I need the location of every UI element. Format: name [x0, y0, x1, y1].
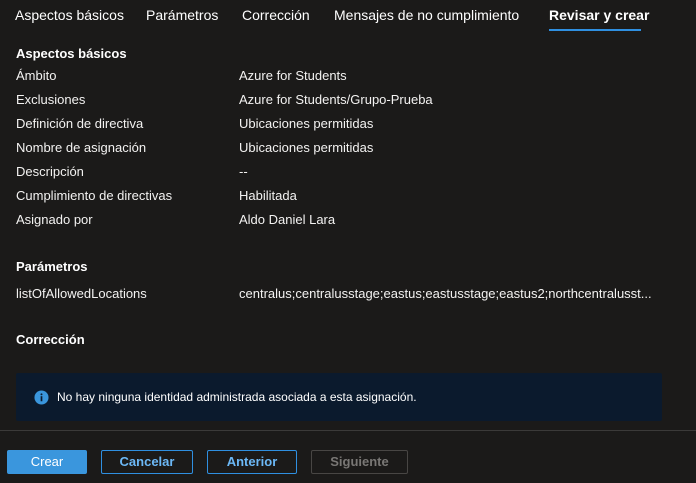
exclusions-label: Exclusiones	[16, 92, 86, 107]
next-button[interactable]: Siguiente	[311, 450, 408, 474]
basics-heading: Aspectos básicos	[16, 46, 127, 61]
review-create-page: Aspectos básicos Parámetros Corrección M…	[0, 0, 696, 483]
remediation-heading: Corrección	[16, 332, 85, 347]
policy-enforcement-label: Cumplimiento de directivas	[16, 188, 173, 203]
info-message-bar: No hay ninguna identidad administrada as…	[16, 373, 662, 421]
exclusions-value: Azure for Students/Grupo-Prueba	[239, 92, 433, 107]
previous-button[interactable]: Anterior	[207, 450, 297, 474]
assigned-by-value: Aldo Daniel Lara	[239, 212, 336, 227]
scope-label: Ámbito	[16, 68, 57, 83]
description-value: --	[239, 164, 248, 179]
tab-remediation[interactable]: Corrección	[242, 7, 310, 23]
policy-definition-value: Ubicaciones permitidas	[239, 116, 374, 131]
assigned-by-label: Asignado por	[16, 212, 93, 227]
footer-divider	[0, 430, 696, 431]
tab-bar: Aspectos básicos Parámetros Corrección M…	[0, 0, 696, 34]
assignment-name-label: Nombre de asignación	[16, 140, 147, 155]
allowed-locations-value: centralus;centralusstage;eastus;eastusst…	[239, 286, 652, 301]
create-button[interactable]: Crear	[7, 450, 87, 474]
policy-enforcement-value: Habilitada	[239, 188, 297, 203]
assignment-name-value: Ubicaciones permitidas	[239, 140, 374, 155]
info-icon	[34, 390, 49, 405]
policy-definition-label: Definición de directiva	[16, 116, 144, 131]
parameters-heading: Parámetros	[16, 259, 88, 274]
tab-non-compliance-messages[interactable]: Mensajes de no cumplimiento	[334, 7, 519, 23]
active-tab-indicator	[549, 29, 641, 31]
scope-value: Azure for Students	[239, 68, 347, 83]
cancel-button[interactable]: Cancelar	[101, 450, 193, 474]
tab-basics[interactable]: Aspectos básicos	[15, 7, 124, 23]
description-label: Descripción	[16, 164, 84, 179]
tab-review-create[interactable]: Revisar y crear	[549, 7, 649, 23]
allowed-locations-label: listOfAllowedLocations	[16, 286, 147, 301]
tab-parameters[interactable]: Parámetros	[146, 7, 218, 23]
info-message-text: No hay ninguna identidad administrada as…	[57, 390, 417, 404]
